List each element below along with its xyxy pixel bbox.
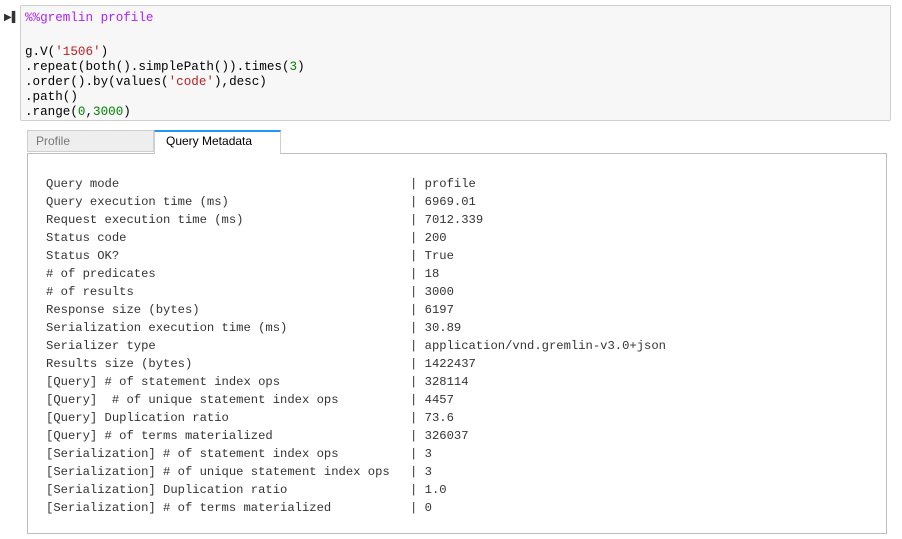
separator: | [410, 501, 425, 515]
metadata-row: # of results | 3000 [46, 283, 666, 301]
metadata-key: # of predicates [46, 267, 156, 281]
metadata-key: [Query] # of statement index ops [46, 375, 281, 389]
metadata-row: Response size (bytes) | 6197 [46, 301, 666, 319]
metadata-key: Status code [46, 231, 127, 245]
metadata-key: Serialization execution time (ms) [46, 321, 288, 335]
separator: | [410, 285, 425, 299]
metadata-value: 6197 [424, 303, 454, 317]
metadata-row: [Query] # of unique statement index ops |… [46, 391, 666, 409]
query-metadata-panel: Query mode | profile Query execution time … [27, 153, 887, 534]
run-cell-icon[interactable]: ▶▌ [4, 12, 19, 23]
separator: | [410, 303, 425, 317]
metadata-key: Query mode [46, 177, 120, 191]
separator: | [410, 249, 425, 263]
metadata-row: [Serialization] # of terms materialized |… [46, 499, 666, 517]
metadata-value: 326037 [424, 429, 469, 443]
tab-query-metadata[interactable]: Query Metadata [154, 130, 281, 154]
separator: | [410, 231, 425, 245]
metadata-value: 3 [424, 465, 432, 479]
metadata-row: [Serialization] # of unique statement in… [46, 463, 666, 481]
metadata-key: [Query] # of unique statement index ops [46, 393, 339, 407]
metadata-value: True [424, 249, 454, 263]
separator: | [410, 483, 425, 497]
separator: | [410, 339, 425, 353]
metadata-value: profile [424, 177, 476, 191]
code-editor[interactable]: %%gremlin profile g.V('1506') .repeat(bo… [25, 11, 305, 120]
separator: | [410, 177, 425, 191]
metadata-value: 3000 [424, 285, 454, 299]
metadata-value: application/vnd.gremlin-v3.0+json [424, 339, 666, 353]
metadata-key: [Serialization] # of unique statement in… [46, 465, 390, 479]
metadata-value: 0 [424, 501, 432, 515]
metadata-row: Status OK? | True [46, 247, 666, 265]
metadata-key: [Query] # of terms materialized [46, 429, 273, 443]
metadata-key: # of results [46, 285, 134, 299]
metadata-key: Results size (bytes) [46, 357, 193, 371]
metadata-key: Request execution time (ms) [46, 213, 244, 227]
metadata-row: Query execution time (ms) | 6969.01 [46, 193, 666, 211]
code-line: .range(0,3000) [25, 105, 131, 119]
metadata-key: Serializer type [46, 339, 156, 353]
metadata-value: 3 [424, 447, 432, 461]
metadata-value: 73.6 [424, 411, 454, 425]
metadata-value: 18 [424, 267, 440, 281]
metadata-table: Query mode | profile Query execution time … [46, 175, 666, 517]
metadata-value: 1.0 [424, 483, 447, 497]
metadata-value: 200 [424, 231, 447, 245]
metadata-row: Status code | 200 [46, 229, 666, 247]
metadata-row: [Query] # of statement index ops | 328114 [46, 373, 666, 391]
metadata-key: [Serialization] Duplication ratio [46, 483, 288, 497]
tab-profile[interactable]: Profile [27, 130, 154, 152]
separator: | [410, 393, 425, 407]
metadata-key: [Serialization] # of statement index ops [46, 447, 339, 461]
metadata-key: [Query] Duplication ratio [46, 411, 229, 425]
metadata-value: 30.89 [424, 321, 462, 335]
code-line: g.V('1506') [25, 45, 109, 59]
separator: | [410, 357, 425, 371]
metadata-value: 328114 [424, 375, 469, 389]
code-line: .path() [25, 90, 78, 104]
metadata-row: [Serialization] Duplication ratio | 1.0 [46, 481, 666, 499]
metadata-row: [Serialization] # of statement index ops… [46, 445, 666, 463]
separator: | [410, 465, 425, 479]
separator: | [410, 429, 425, 443]
metadata-row: Results size (bytes) | 1422437 [46, 355, 666, 373]
output-tabs: Profile Query Metadata [27, 130, 281, 154]
separator: | [410, 447, 425, 461]
code-line: .order().by(values('code'),desc) [25, 75, 267, 89]
metadata-key: Response size (bytes) [46, 303, 200, 317]
metadata-row: Request execution time (ms) | 7012.339 [46, 211, 666, 229]
metadata-row: # of predicates | 18 [46, 265, 666, 283]
metadata-key: [Serialization] # of terms materialized [46, 501, 332, 515]
metadata-value: 4457 [424, 393, 454, 407]
separator: | [410, 195, 425, 209]
separator: | [410, 375, 425, 389]
metadata-key: Query execution time (ms) [46, 195, 229, 209]
metadata-row: [Query] Duplication ratio | 73.6 [46, 409, 666, 427]
metadata-value: 1422437 [424, 357, 476, 371]
separator: | [410, 411, 425, 425]
code-cell[interactable]: %%gremlin profile g.V('1506') .repeat(bo… [20, 5, 891, 121]
separator: | [410, 267, 425, 281]
metadata-value: 7012.339 [424, 213, 484, 227]
metadata-row: Query mode | profile [46, 175, 666, 193]
magic-command: %%gremlin profile [25, 11, 154, 25]
separator: | [410, 213, 425, 227]
metadata-key: Status OK? [46, 249, 120, 263]
metadata-row: [Query] # of terms materialized | 326037 [46, 427, 666, 445]
metadata-row: Serializer type | application/vnd.gremlin… [46, 337, 666, 355]
metadata-value: 6969.01 [424, 195, 476, 209]
metadata-row: Serialization execution time (ms) | 30.89 [46, 319, 666, 337]
code-line: .repeat(both().simplePath()).times(3) [25, 60, 305, 74]
separator: | [410, 321, 425, 335]
